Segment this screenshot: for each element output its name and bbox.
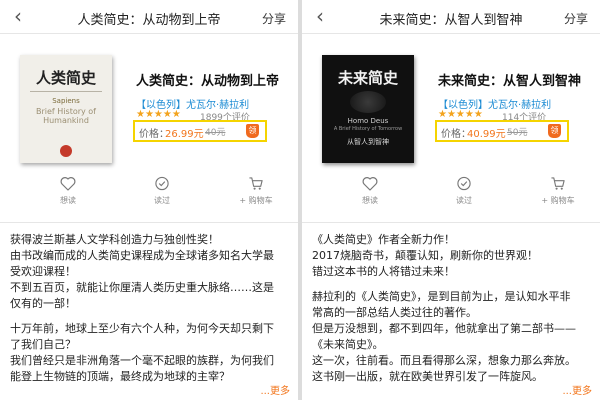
check-circle-icon [457, 176, 471, 191]
cover-subtitle: Homo Deus [347, 117, 389, 125]
divider [302, 222, 600, 223]
description-line: 赫拉利的《人类简史》，是到目前为止，是认知水平非 [312, 290, 571, 303]
add-to-cart-button[interactable]: + 购物车 [221, 176, 291, 206]
want-read-label: 想读 [60, 196, 76, 205]
original-price: 40元 [205, 128, 226, 138]
heart-icon [362, 177, 378, 191]
want-read-button[interactable]: 想读 [33, 176, 103, 206]
book-description: 《人类简史》作者全新力作！ 2017烧脑奇书，颠覆认知，刷新你的世界观！ 错过这… [312, 232, 592, 385]
cart-icon [551, 177, 565, 190]
rating-stars-icon: ★★★★★ [136, 109, 181, 120]
book-description: 获得波兰斯基人文学科创造力与独创性奖！ 由书改编而成的人类简史课程成为全球诸多知… [10, 232, 290, 385]
book-cover[interactable]: 人类简史 Sapiens Brief History of Humankind [20, 55, 112, 163]
description-line: 《人类简史》作者全新力作！ [312, 233, 455, 246]
cart-label: + 购物车 [541, 196, 575, 205]
cart-icon [249, 177, 263, 190]
description-line: 这一次，往前看。而且看得那么深，想象力那么奔放。 [312, 354, 576, 367]
have-read-label: 读过 [456, 196, 472, 205]
nav-bar: ‹ 未来简史：从智人到智神 分享 [302, 0, 600, 34]
description-line: 不到五百页，就能让你厘清人类历史重大脉络……这是 [10, 281, 274, 294]
coupon-badge[interactable]: 领 [246, 124, 259, 138]
description-line: 《未来简史》。 [312, 338, 384, 351]
cover-title: 人类简史 [35, 69, 96, 87]
add-to-cart-button[interactable]: + 购物车 [523, 176, 593, 206]
price-highlight: 价格： 26.99元 40元 领 [133, 120, 267, 142]
book-cover[interactable]: 未来简史 Homo Deus A Brief History of Tomorr… [322, 55, 414, 163]
description-line: 仅有的一部！ [10, 297, 76, 310]
heart-icon [60, 177, 76, 191]
rating-stars-icon: ★★★★★ [438, 109, 483, 120]
description-line: 能登上生物链的顶端，最终成为地球的主宰？ [10, 370, 230, 383]
share-button[interactable]: 分享 [564, 10, 588, 27]
left-book-panel: ‹ 人类简史：从动物到上帝 分享 人类简史 Sapiens Brief Hist… [0, 0, 298, 400]
page-title: 未来简史：从智人到智神 [379, 13, 523, 28]
description-line: 2017烧脑奇书，颠覆认知，刷新你的世界观！ [312, 249, 538, 262]
price-value: 40.99元 [467, 129, 506, 140]
original-price: 50元 [507, 128, 528, 138]
nav-bar: ‹ 人类简史：从动物到上帝 分享 [0, 0, 298, 34]
share-button[interactable]: 分享 [262, 10, 286, 27]
book-title: 未来简史：从智人到智神 [438, 74, 582, 89]
have-read-button[interactable]: 读过 [127, 176, 197, 206]
more-link[interactable]: ...更多 [560, 382, 592, 397]
description-line: 我们曾经只是非洲角落一个毫不起眼的族群，为何我们 [10, 354, 274, 367]
cover-art-icon [350, 91, 386, 113]
have-read-button[interactable]: 读过 [429, 176, 499, 206]
cover-english-title: Brief History of Humankind [36, 107, 96, 125]
want-read-label: 想读 [362, 196, 378, 205]
description-line: 由书改编而成的人类简史课程成为全球诸多知名大学最 [10, 249, 274, 262]
description-line: 十万年前，地球上至少有六个人种，为何今天却只剩下 [10, 322, 274, 335]
cover-seal-icon [60, 145, 72, 157]
have-read-label: 读过 [154, 196, 170, 205]
coupon-badge[interactable]: 领 [548, 124, 561, 138]
description-line: 了我们自己？ [10, 338, 76, 351]
more-link[interactable]: ...更多 [258, 382, 290, 397]
cover-english-title: A Brief History of Tomorrow [333, 126, 403, 132]
description-line: 受欢迎课程！ [10, 265, 76, 278]
description-line: 常高的一部总结人类过往的著作。 [312, 306, 477, 319]
cover-chinese-subtitle: 从智人到智神 [347, 138, 389, 146]
action-bar: 想读 读过 + 购物车 [302, 176, 600, 216]
description-line: 但是万没想到，都不到四年，他就拿出了第二部书—— [312, 322, 576, 335]
want-read-button[interactable]: 想读 [335, 176, 405, 206]
right-book-panel: ‹ 未来简史：从智人到智神 分享 未来简史 Homo Deus A Brief … [302, 0, 600, 400]
cover-rule [30, 91, 102, 92]
description-line: 错过这本书的人将错过未来！ [312, 265, 455, 278]
price-highlight: 价格： 40.99元 50元 领 [435, 120, 569, 142]
divider [0, 222, 298, 223]
price-value: 26.99元 [165, 129, 204, 140]
cover-title: 未来简史 [337, 69, 398, 87]
description-line: 这书刚一出版，就在欧美世界引发了一阵旋风。 [312, 370, 543, 383]
book-title: 人类简史：从动物到上帝 [136, 74, 280, 89]
check-circle-icon [155, 176, 169, 191]
action-bar: 想读 读过 + 购物车 [0, 176, 298, 216]
cover-subtitle: Sapiens [52, 97, 80, 105]
page-title: 人类简史：从动物到上帝 [77, 13, 221, 28]
description-line: 获得波兰斯基人文学科创造力与独创性奖！ [10, 233, 219, 246]
cart-label: + 购物车 [239, 196, 273, 205]
